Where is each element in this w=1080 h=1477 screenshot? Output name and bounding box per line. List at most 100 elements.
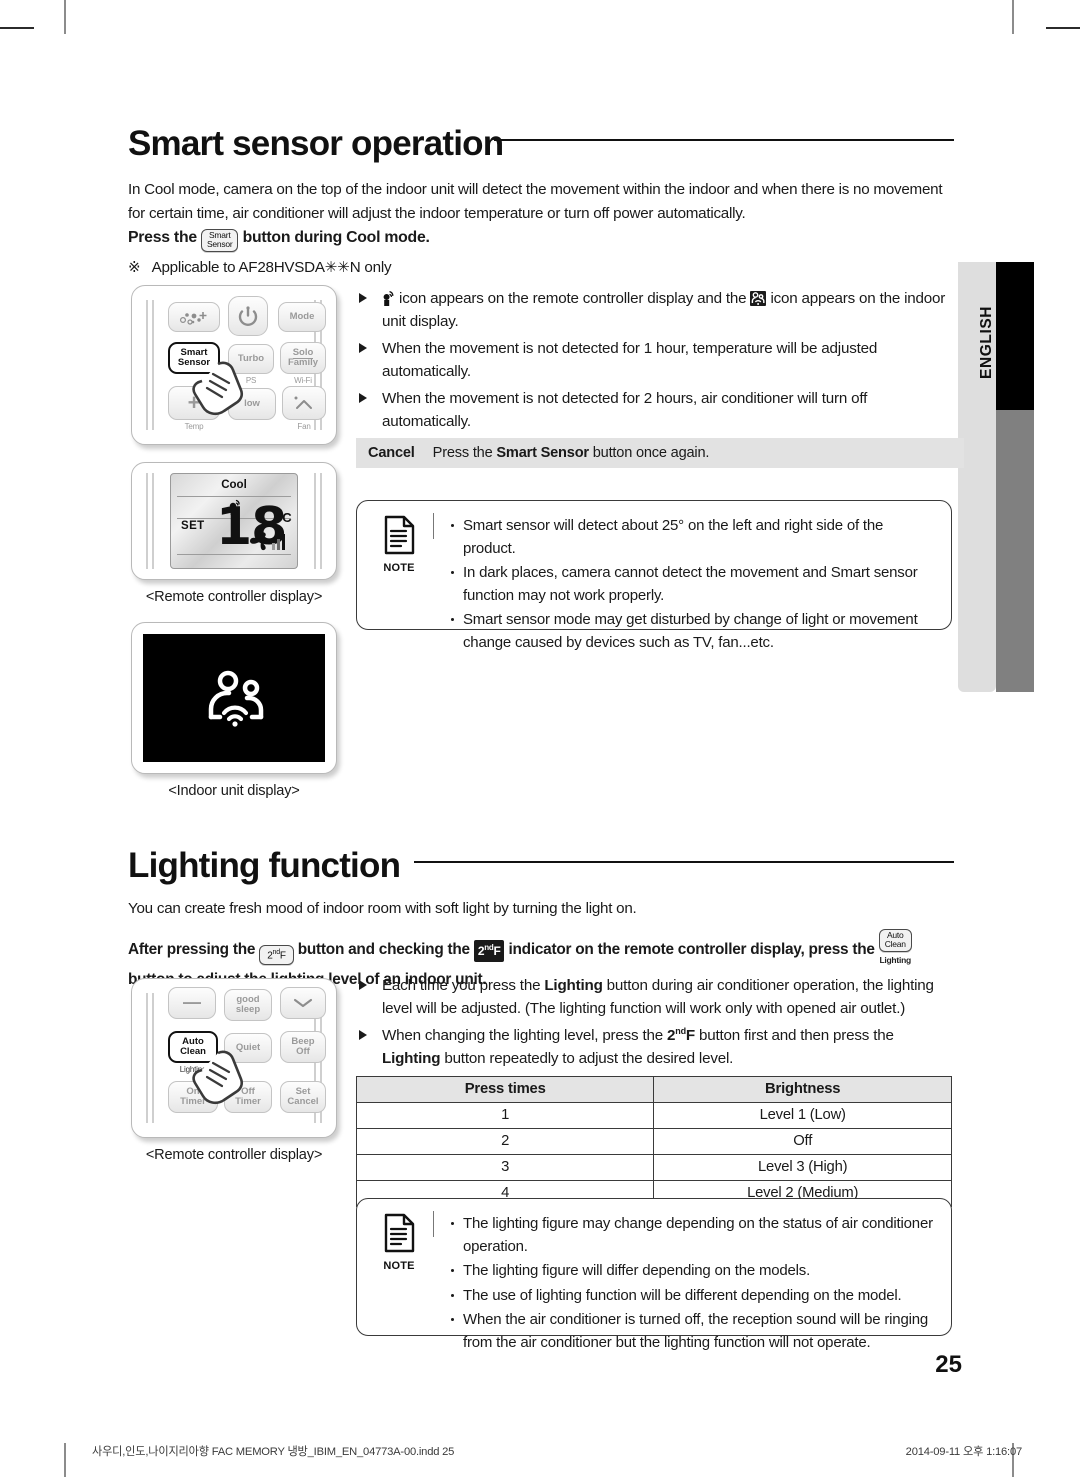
fan-speed-icon: [250, 532, 285, 551]
manual-page: ENGLISH Smart sensor operation In Cool m…: [0, 0, 1080, 1477]
figure-indoor-display: <Indoor unit display>: [131, 622, 337, 799]
bullet-item: icon appears on the remote controller di…: [356, 287, 952, 333]
smart-sensor-instruction: Press the Smart Sensor button during Coo…: [128, 226, 952, 252]
document-icon: [384, 515, 415, 555]
crop-mark-bottom-left: [64, 1443, 66, 1477]
low-button[interactable]: low: [228, 388, 276, 420]
beep-off-button[interactable]: Beep Off: [280, 1031, 326, 1063]
figure-remote-smart-sensor: Mode Smart Sensor Turbo Solo Family PS Wi-…: [131, 285, 337, 445]
lighting-sublabel: Lighting: [179, 1065, 207, 1074]
table-row: 2 Off: [355, 1128, 952, 1155]
chevron-down-icon: [293, 998, 313, 1008]
note-list: The lighting figure may change depending…: [449, 1213, 935, 1356]
on-timer-button[interactable]: On Timer: [168, 1081, 218, 1113]
power-button[interactable]: [228, 296, 268, 336]
footer-filename: 사우디,인도,나이지리아향 FAC MEMORY 냉방_IBIM_EN_0477…: [92, 1446, 455, 1458]
auto-clean-key-sublabel: Lighting: [879, 954, 911, 965]
lcd-set-label: SET: [181, 520, 205, 532]
table-header-row: Press times Brightness: [355, 1076, 952, 1103]
brightness-table: Press times Brightness 1 Level 1 (Low) 2…: [355, 1076, 952, 1207]
fan-button[interactable]: [282, 386, 326, 420]
second-function-key-1[interactable]: 2ndF: [259, 944, 294, 966]
auto-clean-key[interactable]: Auto Clean: [878, 929, 912, 952]
applicable-note: ※ Applicable to AF28HVSDA✳✳N only: [128, 256, 952, 280]
smart-sensor-key[interactable]: Smart Sensor: [201, 229, 239, 252]
note-item: Smart sensor mode may get disturbed by c…: [449, 609, 935, 654]
triangle-bullet-icon: [359, 343, 367, 354]
section-title-lighting: Lighting function: [128, 846, 401, 885]
indoor-people-icon: [750, 291, 767, 306]
note-divider: [433, 1211, 435, 1237]
temp-up-button[interactable]: +: [168, 386, 220, 420]
auto-clean-key-wrapper[interactable]: Auto Clean Lighting: [878, 925, 912, 967]
remote-lcd-caption: <Remote controller display>: [145, 589, 323, 605]
language-label: ENGLISH: [978, 305, 995, 379]
table-header-brightness: Brightness: [653, 1076, 952, 1103]
mode-button[interactable]: Mode: [278, 302, 326, 332]
lighting-instruction-p3: indicator on the remote controller displ…: [508, 940, 875, 958]
auto-clean-button[interactable]: Auto Clean: [168, 1031, 218, 1063]
lcd-rail-right: [320, 473, 322, 569]
remote-rail-left2: [152, 993, 154, 1123]
note-divider: [433, 513, 435, 539]
cancel-post: button once again.: [592, 445, 710, 461]
beep-off-label: Beep Off: [291, 1035, 315, 1057]
table-row: 3 Level 3 (High): [355, 1154, 952, 1181]
crop-mark-right-top: [1046, 27, 1080, 29]
table-cell-brightness: Level 3 (High): [653, 1154, 952, 1181]
set-cancel-button[interactable]: Set Cancel: [280, 1081, 326, 1113]
swing-down-button[interactable]: [280, 987, 326, 1019]
set-cancel-label: Set Cancel: [287, 1085, 319, 1107]
solo-family-button[interactable]: Solo Family: [280, 342, 326, 374]
lcd-screen: Cool SET 18 °C: [170, 473, 298, 569]
table-row: 1 Level 1 (Low): [355, 1102, 952, 1129]
remote-rail-left2: [152, 300, 154, 430]
bullet-text-post: button repeatedly to adjust the desired …: [440, 1050, 734, 1068]
page-number: 25: [935, 1351, 962, 1378]
section-heading-lighting: Lighting function: [128, 848, 954, 883]
note-item: The use of lighting function will be dif…: [449, 1285, 935, 1308]
smart-sensor-button[interactable]: Smart Sensor: [168, 342, 220, 374]
good-sleep-label: good sleep: [235, 993, 261, 1015]
cancel-label: Cancel: [368, 445, 415, 461]
indoor-people-glyph: [752, 292, 765, 305]
quiet-button[interactable]: Quiet: [224, 1033, 272, 1063]
turbo-button[interactable]: Turbo: [228, 344, 274, 374]
good-sleep-button[interactable]: good sleep: [224, 989, 272, 1021]
note-item: When the air conditioner is turned off, …: [449, 1309, 935, 1354]
note-list: Smart sensor will detect about 25° on th…: [449, 515, 935, 656]
turbo-label: Turbo: [237, 352, 265, 364]
note-box-smart-sensor: NOTE Smart sensor will detect about 25° …: [356, 500, 952, 651]
remote-rail-left: [146, 300, 148, 430]
on-timer-label: On Timer: [180, 1085, 206, 1107]
crop-mark-top-left: [64, 0, 66, 34]
table-header-press-times: Press times: [355, 1076, 655, 1103]
blow-button[interactable]: [168, 302, 220, 332]
bullet-item: When the movement is not detected for 1 …: [356, 337, 952, 383]
minus-button[interactable]: —: [168, 987, 216, 1019]
table-cell-brightness: Off: [653, 1128, 952, 1155]
indoor-display-screen: [143, 634, 325, 762]
ps-sublabel: PS: [245, 376, 257, 385]
plus-icon: +: [187, 390, 201, 416]
bullet-text-mid: button first and then press the: [694, 1027, 894, 1045]
lcd-rail-left2: [152, 473, 154, 569]
lighting-bold: Lighting: [382, 1050, 441, 1068]
heading-rule: [414, 861, 954, 863]
note-label: NOTE: [383, 562, 415, 574]
table-cell-press-times: 2: [355, 1128, 655, 1155]
smart-sensor-intro: In Cool mode, camera on the top of the i…: [128, 181, 943, 222]
off-timer-button[interactable]: Off Timer: [224, 1081, 272, 1113]
footer-timestamp: 2014-09-11 오후 1:16:07: [905, 1446, 1023, 1458]
minus-icon: —: [183, 992, 201, 1013]
cancel-bold: Smart Sensor: [496, 445, 589, 461]
triangle-bullet-icon: [359, 980, 367, 990]
bullet-item: When changing the lighting level, press …: [356, 1024, 952, 1070]
lcd-mode-label: Cool: [221, 479, 247, 491]
lcd-unit: °C: [277, 510, 292, 525]
lcd-rail-left: [146, 473, 148, 569]
triangle-bullet-icon: [359, 293, 367, 303]
language-tab: ENGLISH: [958, 262, 1034, 692]
crop-mark-top-right: [1012, 0, 1014, 34]
remote-body: Mode Smart Sensor Turbo Solo Family PS Wi-…: [131, 285, 337, 445]
